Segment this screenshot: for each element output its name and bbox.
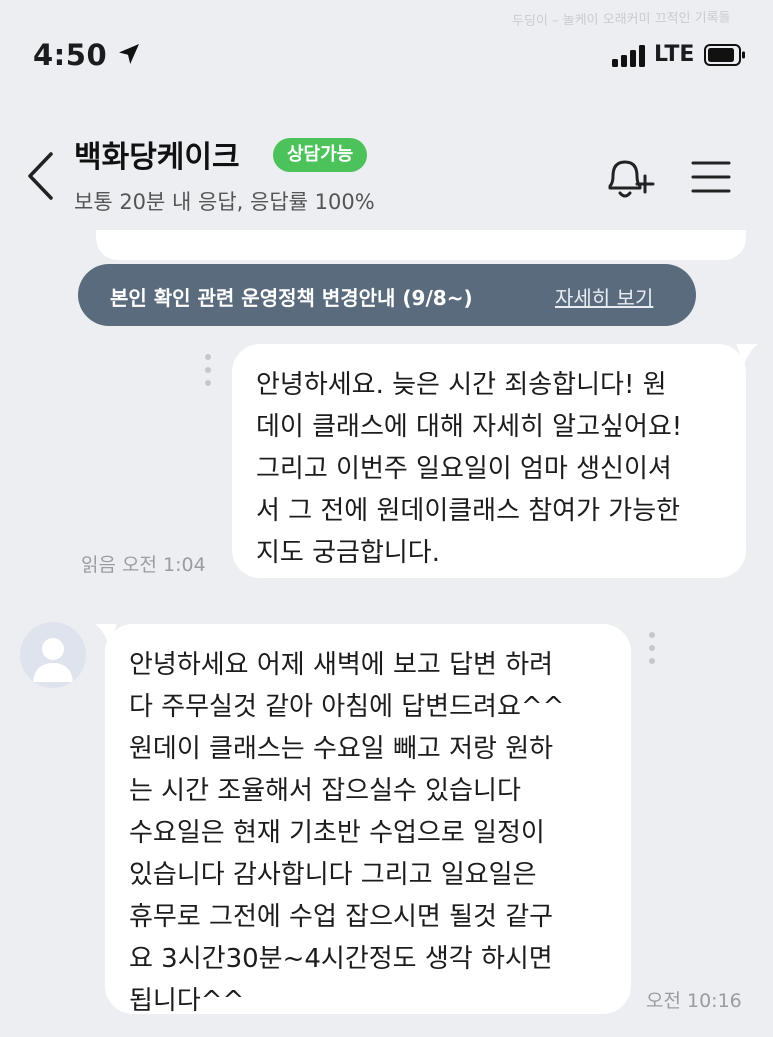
message-options-button[interactable] xyxy=(204,352,212,388)
status-time: 4:50 xyxy=(33,38,108,72)
notification-button[interactable] xyxy=(602,154,656,202)
chat-header: 백화당케이크 상담가능 보통 20분 내 응답, 응답률 100% xyxy=(0,110,773,250)
sender-avatar[interactable] xyxy=(20,622,86,688)
status-bar: 두딩이 – 놀케이 오래커미 끄적인 기록들 4:50 LTE xyxy=(0,0,773,110)
previous-message-edge xyxy=(96,230,746,260)
message-time: 오전 10:16 xyxy=(646,990,742,1012)
chevron-left-icon xyxy=(28,152,53,200)
watermark: 두딩이 – 놀케이 오래커미 끄적인 기록들 xyxy=(511,10,731,30)
message-text: 안녕하세요. 늦은 시간 죄송합니다! 원 데이 클래스에 대해 자세히 알고싶… xyxy=(256,370,683,568)
location-arrow-icon xyxy=(119,44,139,64)
default-avatar-icon xyxy=(33,638,73,682)
incoming-message-bubble[interactable]: 안녕하세요 어제 새벽에 보고 답변 하려 다 주무실것 같아 아침에 답변드려… xyxy=(105,624,631,1016)
battery-icon xyxy=(704,44,745,66)
status-badge: 상담가능 xyxy=(273,138,368,172)
menu-button[interactable] xyxy=(691,160,731,194)
message-options-button[interactable] xyxy=(648,630,656,666)
chat-title[interactable]: 백화당케이크 xyxy=(74,132,240,176)
notice-details-link[interactable]: 자세히 보기 xyxy=(555,282,653,311)
back-button[interactable] xyxy=(24,150,58,202)
bell-plus-icon xyxy=(608,160,655,198)
message-read-time: 읽음 오전 1:04 xyxy=(81,554,206,576)
notice-text: 본인 확인 관련 운영정책 변경안내 (9/8~) xyxy=(110,286,473,310)
outgoing-message-bubble[interactable]: 안녕하세요. 늦은 시간 죄송합니다! 원 데이 클래스에 대해 자세히 알고싶… xyxy=(232,344,746,578)
network-type: LTE xyxy=(654,42,695,67)
hamburger-menu-icon xyxy=(691,161,731,193)
signal-bars-icon xyxy=(612,45,650,67)
policy-notice-banner[interactable]: 본인 확인 관련 운영정책 변경안내 (9/8~) 자세히 보기 xyxy=(78,264,696,326)
message-text: 안녕하세요 어제 새벽에 보고 답변 하려 다 주무실것 같아 아침에 답변드려… xyxy=(129,650,565,1016)
response-info: 보통 20분 내 응답, 응답률 100% xyxy=(74,190,375,214)
bubble-tail xyxy=(736,344,758,364)
